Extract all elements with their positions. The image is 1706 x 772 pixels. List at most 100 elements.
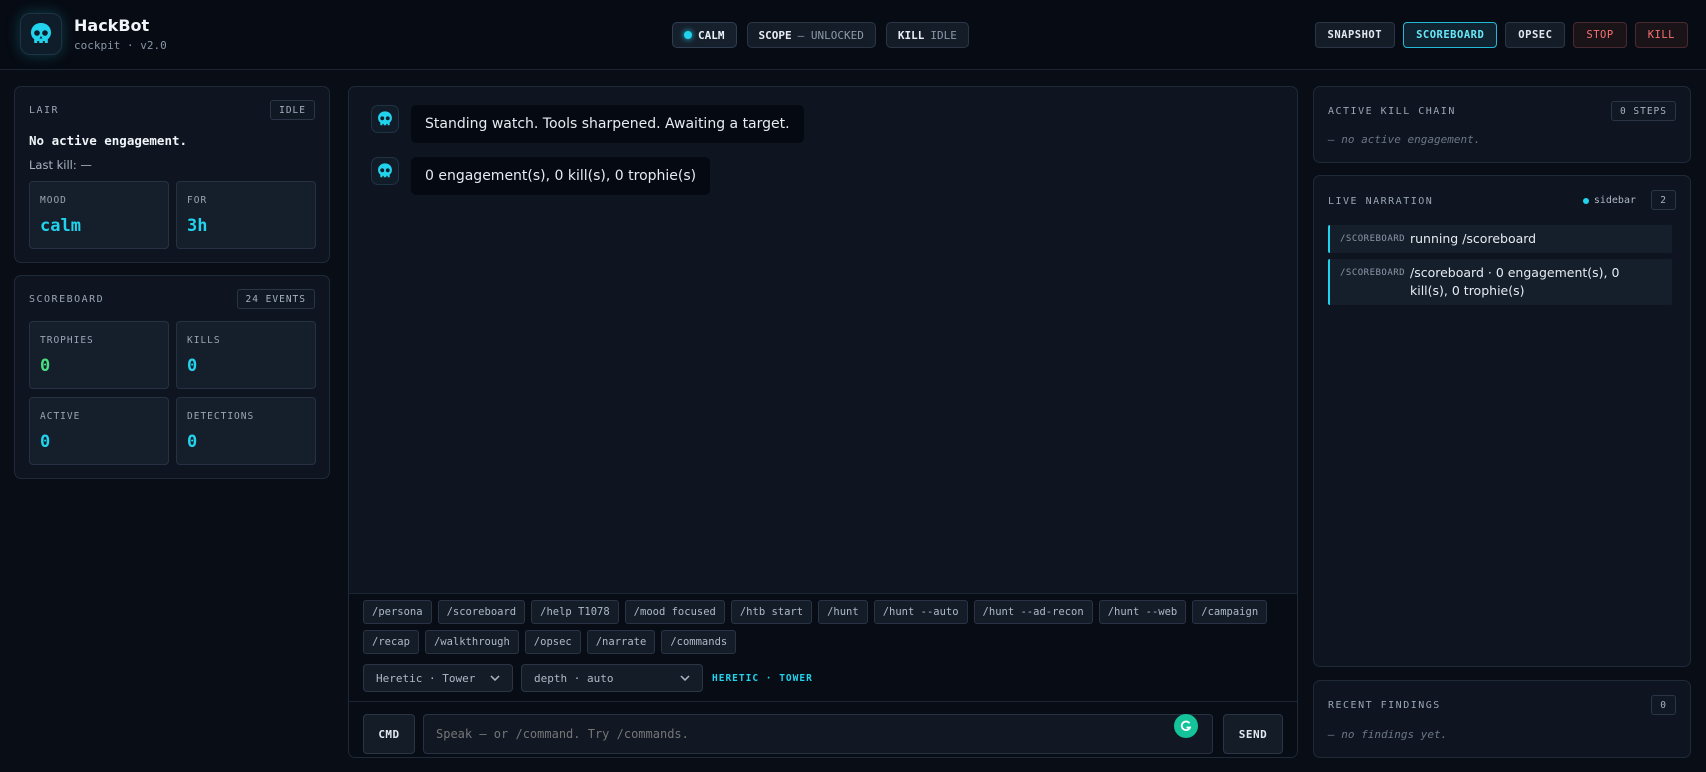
kill-value: IDLE xyxy=(930,28,957,42)
narration-item-tag: /SCOREBOARD xyxy=(1340,234,1406,244)
kill-button[interactable]: KILL xyxy=(1634,22,1688,48)
chat-bubble: 0 engagement(s), 0 kill(s), 0 trophie(s) xyxy=(411,157,711,195)
chip-persona[interactable]: /persona xyxy=(363,600,432,624)
chip-hunt-web[interactable]: /hunt --web xyxy=(1098,600,1187,624)
last-kill-text: Last kill: — xyxy=(29,158,92,172)
snapshot-button[interactable]: SNAPSHOT xyxy=(1314,22,1396,48)
grammar-assistant-icon[interactable] xyxy=(1174,714,1198,738)
status-dot-icon xyxy=(684,31,692,39)
scope-value: — UNLOCKED xyxy=(797,28,864,42)
cmd-button[interactable]: CMD xyxy=(363,714,415,754)
depth-select[interactable]: depth · auto xyxy=(521,664,703,692)
persona-select[interactable]: Heretic · Tower xyxy=(363,664,513,692)
top-bar: HackBot cockpit · v2.0 CALM SCOPE — UNLO… xyxy=(0,0,1706,70)
command-input[interactable] xyxy=(423,714,1213,754)
mood-indicator-label: CALM xyxy=(698,28,725,42)
kills-value: 0 xyxy=(187,356,198,376)
chevron-down-icon xyxy=(490,675,500,681)
narration-count-badge: 2 xyxy=(1651,190,1676,210)
kill-indicator[interactable]: KILL IDLE xyxy=(885,22,969,48)
detections-label: DETECTIONS xyxy=(187,411,255,422)
active-stat-card: ACTIVE 0 xyxy=(29,397,169,465)
chevron-down-icon xyxy=(680,675,690,681)
narration-item-text: running /scoreboard xyxy=(1410,231,1537,246)
kill-chain-panel: ACTIVE KILL CHAIN 0 STEPS — no active en… xyxy=(1313,86,1691,163)
chat-bubble: Standing watch. Tools sharpened. Awaitin… xyxy=(411,105,804,143)
findings-title: RECENT FINDINGS xyxy=(1328,700,1441,711)
command-zone: /persona /scoreboard /help T1078 /mood f… xyxy=(349,593,1297,757)
narration-panel: LIVE NARRATION sidebar 2 /SCOREBOARD run… xyxy=(1313,175,1691,667)
app-title: HackBot xyxy=(74,16,150,35)
mood-stat-label: MOOD xyxy=(40,195,67,206)
chip-opsec[interactable]: /opsec xyxy=(524,630,581,654)
for-stat-label: FOR xyxy=(187,195,208,206)
lair-headline: No active engagement. xyxy=(29,133,188,148)
active-value: 0 xyxy=(40,432,51,452)
active-label: ACTIVE xyxy=(40,411,81,422)
narration-item: /SCOREBOARD /scoreboard · 0 engagement(s… xyxy=(1328,259,1672,305)
mood-stat-value: calm xyxy=(40,216,81,236)
mood-stat-card: MOOD calm xyxy=(29,181,169,249)
chip-hunt[interactable]: /hunt xyxy=(818,600,868,624)
chip-commands[interactable]: /commands xyxy=(661,630,737,654)
detections-stat-card: DETECTIONS 0 xyxy=(176,397,316,465)
detections-value: 0 xyxy=(187,432,198,452)
for-stat-card: FOR 3h xyxy=(176,181,316,249)
scope-indicator[interactable]: SCOPE — UNLOCKED xyxy=(746,22,876,48)
findings-panel: RECENT FINDINGS 0 — no findings yet. xyxy=(1313,680,1691,758)
brand: HackBot cockpit · v2.0 xyxy=(20,13,167,55)
kill-chain-title: ACTIVE KILL CHAIN xyxy=(1328,106,1456,117)
chat-message: Standing watch. Tools sharpened. Awaitin… xyxy=(371,105,804,143)
narration-item: /SCOREBOARD running /scoreboard xyxy=(1328,225,1672,253)
bot-avatar-skull-icon xyxy=(371,157,399,185)
kills-stat-card: KILLS 0 xyxy=(176,321,316,389)
lair-title: LAIR xyxy=(29,105,60,116)
trophies-stat-card: TROPHIES 0 xyxy=(29,321,169,389)
persona-badge: HERETIC · TOWER xyxy=(712,673,813,684)
chip-recap[interactable]: /recap xyxy=(363,630,419,654)
chip-campaign[interactable]: /campaign xyxy=(1192,600,1268,624)
chip-mood[interactable]: /mood focused xyxy=(624,600,725,624)
depth-select-value: depth · auto xyxy=(534,671,614,685)
chip-narrate[interactable]: /narrate xyxy=(586,630,656,654)
stop-button[interactable]: STOP xyxy=(1573,22,1627,48)
scoreboard-title: SCOREBOARD xyxy=(29,294,105,305)
kills-label: KILLS xyxy=(187,335,221,346)
persona-select-value: Heretic · Tower xyxy=(376,671,476,685)
scope-label: SCOPE xyxy=(758,28,792,42)
for-stat-value: 3h xyxy=(187,216,208,236)
findings-count-badge: 0 xyxy=(1651,695,1676,715)
chat-panel: Standing watch. Tools sharpened. Awaitin… xyxy=(348,86,1298,758)
command-chips: /persona /scoreboard /help T1078 /mood f… xyxy=(363,600,1283,654)
chip-hunt-auto[interactable]: /hunt --auto xyxy=(873,600,968,624)
narration-mode[interactable]: sidebar xyxy=(1582,195,1636,206)
kill-chain-empty-text: — no active engagement. xyxy=(1328,133,1481,146)
findings-empty-text: — no findings yet. xyxy=(1328,728,1448,741)
events-count-badge: 24 EVENTS xyxy=(236,289,315,309)
chip-help[interactable]: /help T1078 xyxy=(531,600,619,624)
chat-message: 0 engagement(s), 0 kill(s), 0 trophie(s) xyxy=(371,157,711,195)
status-indicators: CALM SCOPE — UNLOCKED KILL IDLE xyxy=(672,22,969,48)
live-dot-icon xyxy=(1582,197,1589,204)
skull-logo-icon xyxy=(20,13,62,55)
kill-chain-steps-badge: 0 STEPS xyxy=(1610,101,1676,121)
input-row-divider xyxy=(349,701,1297,702)
send-button[interactable]: SEND xyxy=(1223,714,1283,754)
chip-walkthrough[interactable]: /walkthrough xyxy=(424,630,519,654)
lair-state-badge: IDLE xyxy=(270,100,315,120)
mood-indicator[interactable]: CALM xyxy=(672,22,737,48)
trophies-label: TROPHIES xyxy=(40,335,94,346)
narration-title: LIVE NARRATION xyxy=(1328,196,1434,207)
narration-item-tag: /SCOREBOARD xyxy=(1340,268,1406,278)
lair-panel: LAIR IDLE No active engagement. Last kil… xyxy=(14,86,330,263)
chip-scoreboard[interactable]: /scoreboard xyxy=(437,600,526,624)
bot-avatar-skull-icon xyxy=(371,105,399,133)
opsec-button[interactable]: OPSEC xyxy=(1505,22,1566,48)
scoreboard-button[interactable]: SCOREBOARD xyxy=(1403,22,1498,48)
app-subtitle: cockpit · v2.0 xyxy=(74,39,167,52)
scoreboard-panel: SCOREBOARD 24 EVENTS TROPHIES 0 KILLS 0 … xyxy=(14,275,330,479)
chip-htb-start[interactable]: /htb start xyxy=(730,600,813,624)
chip-hunt-ad-recon[interactable]: /hunt --ad-recon xyxy=(973,600,1093,624)
narration-item-text: /scoreboard · 0 engagement(s), 0 kill(s)… xyxy=(1410,265,1620,298)
top-actions: SNAPSHOT SCOREBOARD OPSEC STOP KILL xyxy=(1314,22,1688,48)
